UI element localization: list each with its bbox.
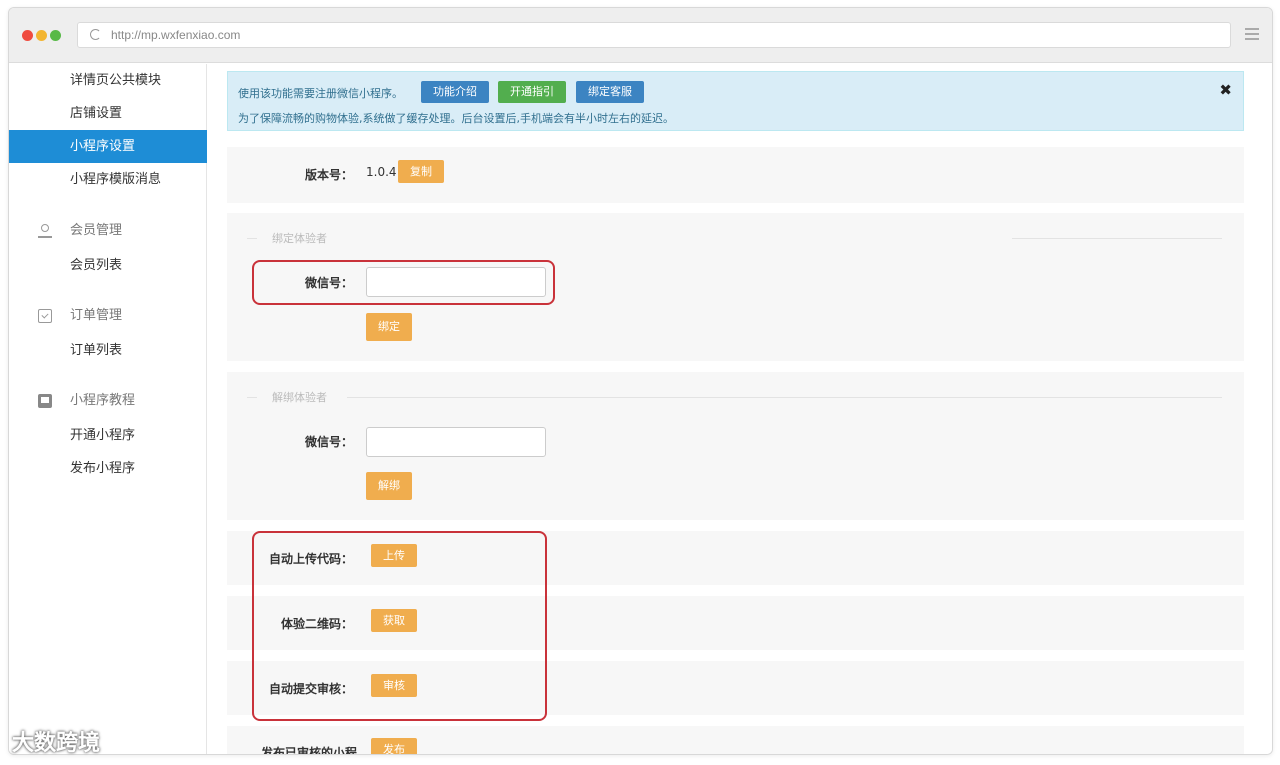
- legend-rule-left: [247, 397, 257, 398]
- notice-line-1: 使用该功能需要注册微信小程序。: [238, 87, 403, 100]
- highlight-box-wechat: [252, 260, 555, 305]
- highlight-box-actions: [252, 531, 547, 721]
- sidebar-group-label: 小程序教程: [70, 393, 136, 408]
- sidebar-item-member-list[interactable]: 会员列表: [9, 249, 207, 282]
- version-value: 1.0.4: [366, 165, 397, 179]
- copy-button[interactable]: 复制: [398, 160, 444, 183]
- minimize-window-button[interactable]: [36, 30, 47, 41]
- version-label: 版本号：: [304, 168, 353, 182]
- publish-panel: 发布已审核的小程 发布: [227, 726, 1244, 755]
- unbind-tester-panel: 解绑体验者 微信号： 解绑: [227, 372, 1244, 520]
- sidebar: 详情页公共模块 店铺设置 小程序设置 小程序模版消息 会员管理 会员列表 订单管…: [9, 64, 207, 754]
- watermark-logo: 大数跨境: [12, 731, 101, 756]
- info-notice: 使用该功能需要注册微信小程序。 功能介绍 开通指引 绑定客服 为了保障流畅的购物…: [227, 71, 1244, 131]
- unbind-legend: 解绑体验者: [272, 391, 327, 404]
- publish-button[interactable]: 发布: [371, 738, 417, 754]
- unbind-wechat-input[interactable]: [366, 427, 546, 457]
- sidebar-group-label: 订单管理: [70, 308, 123, 323]
- browser-window: http://mp.wxfenxiao.com 详情页公共模块 店铺设置 小程序…: [8, 7, 1273, 755]
- open-guide-button[interactable]: 开通指引: [498, 81, 566, 103]
- bind-legend: 绑定体验者: [272, 232, 327, 245]
- close-window-button[interactable]: [22, 30, 33, 41]
- legend-rule-right: [1012, 238, 1222, 239]
- feature-intro-button[interactable]: 功能介绍: [421, 81, 489, 103]
- unbind-wechat-label: 微信号：: [304, 435, 353, 449]
- sidebar-group-tutorials: 小程序教程: [9, 386, 207, 416]
- browser-titlebar: http://mp.wxfenxiao.com: [9, 8, 1272, 63]
- reload-icon[interactable]: [90, 29, 101, 40]
- version-panel: 版本号： 1.0.4 复制: [227, 147, 1244, 203]
- legend-rule-left: [247, 238, 257, 239]
- maximize-window-button[interactable]: [50, 30, 61, 41]
- address-bar[interactable]: http://mp.wxfenxiao.com: [77, 22, 1231, 48]
- user-icon: [38, 224, 52, 238]
- sidebar-group-label: 会员管理: [70, 223, 123, 238]
- sidebar-item-detail-common-module[interactable]: 详情页公共模块: [9, 64, 207, 97]
- sidebar-item-store-settings[interactable]: 店铺设置: [9, 97, 207, 130]
- sidebar-item-open-miniprogram[interactable]: 开通小程序: [9, 419, 207, 452]
- bind-button[interactable]: 绑定: [366, 313, 412, 341]
- clipboard-icon: [38, 309, 52, 323]
- sidebar-item-publish-miniprogram[interactable]: 发布小程序: [9, 452, 207, 485]
- sidebar-item-order-list[interactable]: 订单列表: [9, 334, 207, 367]
- publish-label: 发布已审核的小程: [260, 746, 357, 755]
- url-text[interactable]: http://mp.wxfenxiao.com: [111, 28, 240, 42]
- sidebar-item-template-messages[interactable]: 小程序模版消息: [9, 163, 207, 196]
- sidebar-group-members: 会员管理: [9, 216, 207, 246]
- hamburger-menu-icon[interactable]: [1245, 28, 1259, 43]
- unbind-button[interactable]: 解绑: [366, 472, 412, 500]
- sidebar-item-miniprogram-settings[interactable]: 小程序设置: [9, 130, 207, 163]
- close-icon[interactable]: ✖: [1219, 81, 1232, 99]
- notice-line-2: 为了保障流畅的购物体验,系统做了缓存处理。后台设置后,手机端会有半小时左右的延迟…: [238, 112, 674, 125]
- main-content: 使用该功能需要注册微信小程序。 功能介绍 开通指引 绑定客服 为了保障流畅的购物…: [208, 64, 1272, 755]
- legend-rule-right: [347, 397, 1222, 398]
- image-icon: [38, 394, 52, 408]
- sidebar-group-orders: 订单管理: [9, 301, 207, 331]
- bind-service-button[interactable]: 绑定客服: [576, 81, 644, 103]
